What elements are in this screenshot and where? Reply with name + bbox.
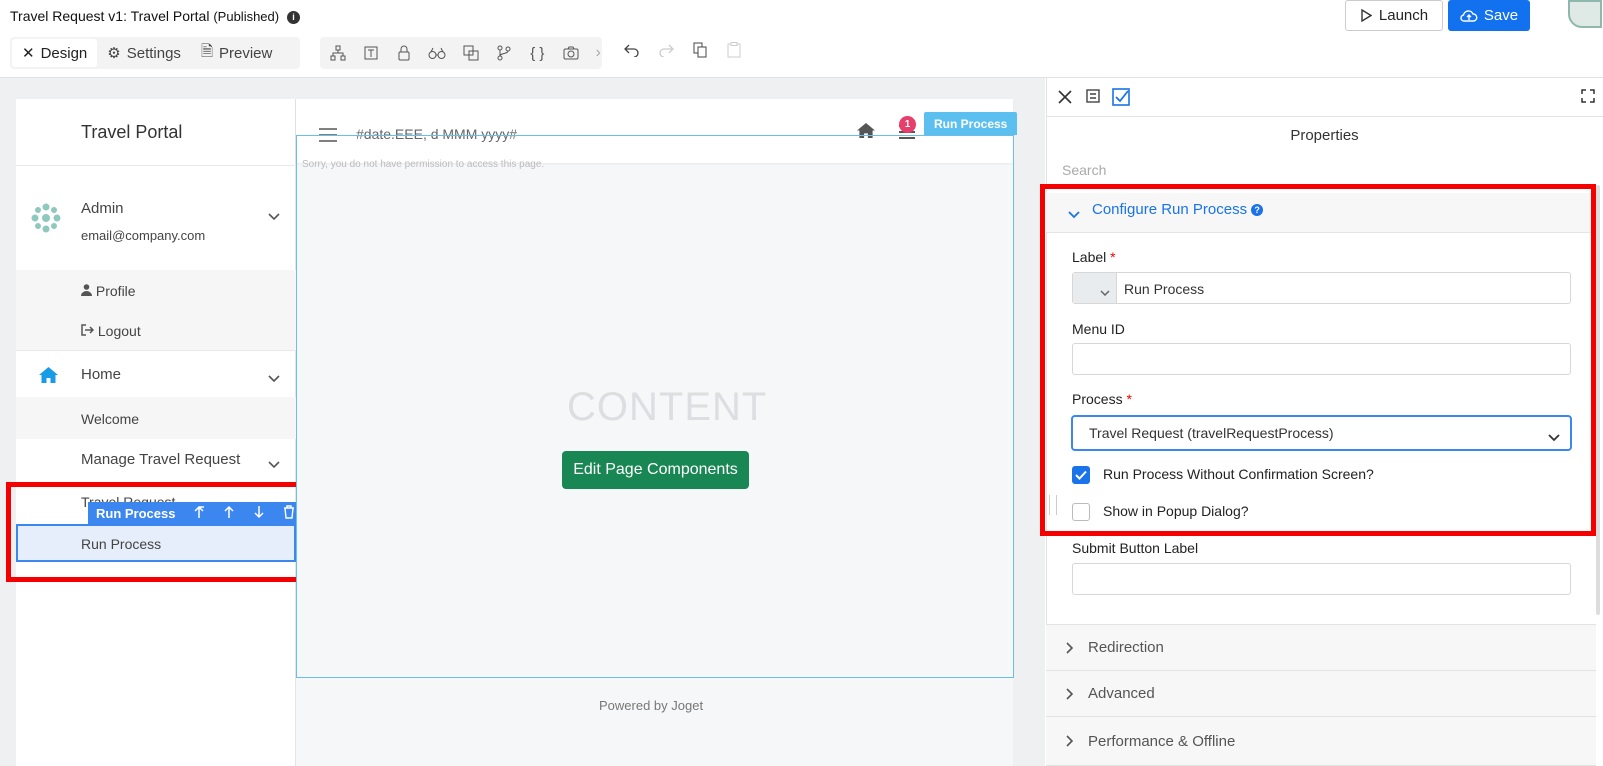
highlight-box bbox=[1040, 184, 1596, 536]
form-icon[interactable] bbox=[1086, 89, 1100, 108]
menu-item-profile[interactable]: Profile bbox=[81, 283, 136, 299]
cloud-upload-icon bbox=[1460, 9, 1478, 22]
chevron-right-icon bbox=[1066, 641, 1074, 654]
design-icon: ✕ bbox=[22, 45, 35, 62]
home-icon bbox=[38, 366, 59, 389]
chevron-right-icon[interactable]: › bbox=[594, 43, 602, 63]
properties-scrollbar[interactable] bbox=[1596, 185, 1600, 615]
tab-settings[interactable]: ⚙ Settings bbox=[97, 39, 191, 67]
powered-by: Powered by Joget bbox=[599, 698, 704, 713]
play-icon bbox=[1361, 9, 1372, 22]
portal-brand: Travel Portal bbox=[81, 122, 183, 142]
copy-icon[interactable] bbox=[690, 40, 710, 60]
fullscreen-icon[interactable] bbox=[1581, 89, 1595, 108]
history-toolbar bbox=[622, 40, 744, 60]
edit-page-components-button[interactable]: Edit Page Components bbox=[562, 451, 749, 489]
menu-category-home[interactable]: Home bbox=[81, 366, 121, 383]
translate-icon[interactable] bbox=[461, 43, 480, 63]
menu-item-logout[interactable]: Logout bbox=[81, 323, 141, 339]
menu-category-manage[interactable]: Manage Travel Request bbox=[81, 451, 240, 468]
logout-icon bbox=[81, 323, 98, 339]
notification-badge: 1 bbox=[899, 116, 916, 133]
section-advanced[interactable]: Advanced bbox=[1046, 670, 1596, 716]
section-redirection[interactable]: Redirection bbox=[1046, 624, 1596, 670]
tab-design[interactable]: ✕ Design bbox=[12, 39, 98, 67]
chevron-down-icon[interactable] bbox=[268, 208, 280, 226]
chevron-down-icon[interactable] bbox=[268, 456, 280, 474]
menu-item-welcome[interactable]: Welcome bbox=[81, 411, 139, 427]
text-icon[interactable] bbox=[361, 43, 380, 63]
properties-search[interactable]: Search bbox=[1062, 162, 1106, 178]
home-submenu bbox=[16, 397, 296, 439]
tab-preview[interactable]: 🗎 Preview bbox=[191, 39, 282, 67]
branch-icon[interactable] bbox=[494, 43, 513, 63]
app-title: Travel Request v1: Travel Portal (Publis… bbox=[10, 8, 300, 24]
submit-button-label-input[interactable] bbox=[1072, 563, 1571, 595]
sidebar-divider bbox=[16, 350, 296, 351]
mode-tabs: ✕ Design ⚙ Settings 🗎 Preview bbox=[10, 37, 300, 69]
braces-icon[interactable]: { } bbox=[528, 43, 547, 63]
launch-button[interactable]: Launch bbox=[1345, 0, 1443, 31]
chevron-right-icon bbox=[1066, 735, 1074, 747]
user-email: email@company.com bbox=[81, 228, 206, 243]
submit-button-label-label: Submit Button Label bbox=[1072, 540, 1199, 556]
chevron-right-icon bbox=[1066, 687, 1074, 700]
info-icon[interactable]: i bbox=[287, 10, 300, 24]
sidebar-divider bbox=[16, 165, 296, 166]
panel-divider bbox=[1046, 116, 1603, 117]
undo-icon[interactable] bbox=[622, 40, 642, 60]
user-avatar[interactable] bbox=[1568, 0, 1602, 28]
publish-status: (Published) bbox=[213, 9, 280, 24]
binoculars-icon[interactable] bbox=[428, 43, 447, 63]
save-button[interactable]: Save bbox=[1448, 0, 1530, 31]
chevron-down-icon[interactable] bbox=[268, 370, 280, 388]
redo-icon[interactable] bbox=[656, 40, 676, 60]
user-submenu bbox=[16, 270, 296, 350]
preview-icon: 🗎 bbox=[200, 42, 213, 60]
section-performance-offline[interactable]: Performance & Offline bbox=[1046, 716, 1596, 766]
paste-icon[interactable] bbox=[724, 40, 744, 60]
gear-icon: ⚙ bbox=[107, 45, 121, 62]
checklist-icon[interactable] bbox=[1112, 88, 1130, 111]
user-name: Admin bbox=[81, 200, 124, 217]
resize-handle[interactable] bbox=[1049, 495, 1057, 515]
content-placeholder: CONTENT bbox=[567, 385, 768, 429]
close-icon[interactable] bbox=[1058, 90, 1072, 109]
selected-element-badge: Run Process bbox=[924, 112, 1018, 135]
user-icon bbox=[81, 283, 96, 299]
lock-icon[interactable] bbox=[395, 43, 414, 63]
user-avatar-icon bbox=[31, 203, 61, 233]
builder-toolbar: { } › bbox=[320, 37, 602, 69]
highlight-box bbox=[6, 482, 313, 582]
tree-icon[interactable] bbox=[328, 43, 347, 63]
camera-icon[interactable] bbox=[561, 43, 580, 63]
properties-title: Properties bbox=[1290, 127, 1359, 144]
